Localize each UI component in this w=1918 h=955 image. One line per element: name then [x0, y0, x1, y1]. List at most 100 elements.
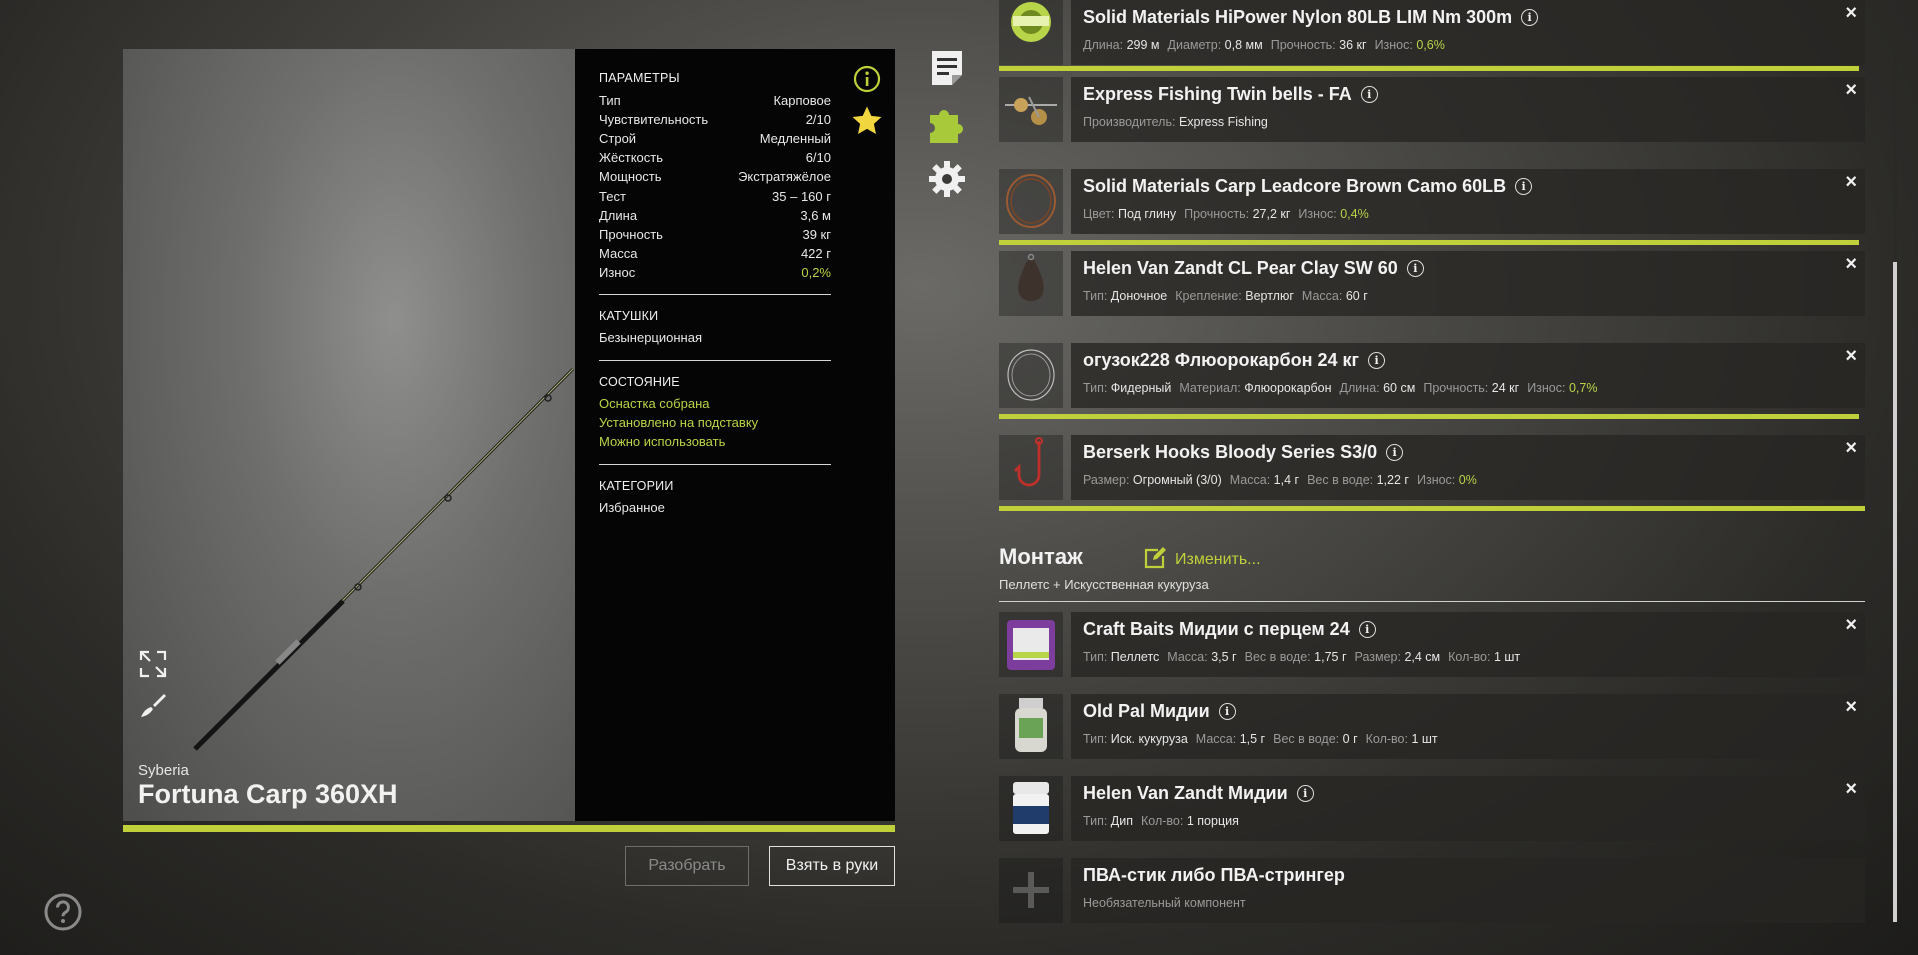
rod-image	[193, 367, 575, 751]
tackle-item[interactable]: огузок228 Флюорокарбон 24 кг i Тип: Фидерн…	[999, 343, 1865, 408]
rod-preview[interactable]: Syberia Fortuna Carp 360XH	[123, 49, 575, 821]
scrollbar-thumb[interactable]	[1893, 262, 1897, 922]
tackle-item[interactable]: Helen Van Zandt Мидии i Тип: Дип Кол-во: 1 …	[999, 776, 1865, 841]
info-icon[interactable]: i	[1515, 178, 1533, 195]
prop-value: 1,22 г	[1376, 473, 1409, 487]
divider	[599, 294, 831, 295]
remove-close-icon[interactable]: ×	[1845, 79, 1857, 102]
info-icon[interactable]: i	[1358, 621, 1376, 638]
take-in-hands-button[interactable]: Взять в руки	[769, 846, 895, 886]
rod-parameters-panel: ПАРАМЕТРЫ Тип Карповое Чувствительность 2/1…	[575, 49, 895, 821]
accent-bar	[999, 506, 1865, 511]
prop-value: 1 шт	[1493, 650, 1521, 664]
help-icon[interactable]	[43, 892, 83, 932]
param-value: 2/10	[805, 112, 831, 128]
notes-icon[interactable]	[930, 49, 964, 87]
prop-value: 0%	[1458, 473, 1477, 487]
remove-close-icon[interactable]: ×	[1845, 253, 1857, 276]
tackle-item-body: Solid Materials Carp Leadcore Brown Camo…	[1071, 169, 1865, 234]
remove-close-icon[interactable]: ×	[1845, 778, 1857, 801]
tackle-item-name: огузок228 Флюорокарбон 24 кг	[1083, 350, 1360, 370]
sinker-thumbnail	[999, 251, 1063, 316]
info-icon[interactable]: i	[1368, 352, 1386, 369]
tackle-item-body: Solid Materials HiPower Nylon 80LB LIM N…	[1071, 0, 1865, 65]
state-usable: Можно использовать	[599, 434, 726, 449]
param-row: Длина 3,6 м	[599, 208, 831, 227]
info-icon[interactable]: i	[1406, 260, 1424, 277]
accent-bar	[999, 66, 1859, 71]
prop-label: Прочность:	[1184, 207, 1250, 221]
pellets-thumbnail	[999, 612, 1063, 677]
remove-close-icon[interactable]: ×	[1845, 696, 1857, 719]
remove-close-icon[interactable]: ×	[1845, 2, 1857, 25]
remove-close-icon[interactable]: ×	[1845, 171, 1857, 194]
paint-brush-icon[interactable]	[138, 691, 168, 721]
bells-thumbnail	[999, 77, 1063, 142]
tackle-item-body: Old Pal Мидии i Тип: Иск. кукуруза Масса: 1…	[1071, 694, 1865, 759]
param-label: Жёсткость	[599, 150, 663, 166]
tackle-item-title: Helen Van Zandt Мидии i	[1083, 783, 1314, 804]
tackle-item-name: Solid Materials HiPower Nylon 80LB LIM N…	[1083, 7, 1513, 27]
prop-value: Дип	[1110, 814, 1134, 828]
prop-value: 60 см	[1383, 381, 1416, 395]
tackle-item[interactable]: Berserk Hooks Bloody Series S3/0 i Размер:…	[999, 435, 1865, 500]
remove-close-icon[interactable]: ×	[1845, 345, 1857, 368]
favorite-star-icon[interactable]	[851, 105, 883, 137]
tackle-item-name: Berserk Hooks Bloody Series S3/0	[1083, 442, 1378, 462]
prop-value: 36 кг	[1339, 38, 1367, 52]
prop-label: Кол-во:	[1365, 732, 1408, 746]
gear-icon[interactable]	[928, 160, 966, 198]
prop-label: Вес в воде:	[1307, 473, 1374, 487]
tackle-item-title: Old Pal Мидии i	[1083, 701, 1236, 722]
tackle-item[interactable]: Helen Van Zandt CL Pear Clay SW 60 i Тип: …	[999, 251, 1865, 316]
info-icon[interactable]: i	[1218, 703, 1236, 720]
tackle-item-name: ПВА-стик либо ПВА-стрингер	[1083, 865, 1345, 885]
prop-value: 1,5 г	[1239, 732, 1266, 746]
corn-thumbnail	[999, 694, 1063, 759]
tackle-item[interactable]: ПВА-стик либо ПВА-стрингер Необязательный…	[999, 858, 1865, 923]
line-spool-thumbnail	[999, 0, 1063, 65]
info-icon[interactable]: i	[1296, 785, 1314, 802]
info-icon[interactable]	[853, 65, 881, 93]
tackle-item[interactable]: Solid Materials Carp Leadcore Brown Camo…	[999, 169, 1865, 234]
tackle-item-props: Размер: Огромный (3/0) Масса: 1,4 г Вес в …	[1083, 473, 1485, 487]
param-row: Прочность 39 кг	[599, 227, 831, 246]
disassemble-button[interactable]: Разобрать	[625, 846, 749, 886]
tackle-item-props: Производитель: Express Fishing	[1083, 115, 1276, 129]
prop-value: 0,8 мм	[1224, 38, 1263, 52]
info-icon[interactable]: i	[1360, 86, 1378, 103]
expand-icon[interactable]	[138, 649, 168, 679]
param-label: Прочность	[599, 226, 663, 242]
prop-label: Тип:	[1083, 814, 1108, 828]
tackle-item[interactable]: Old Pal Мидии i Тип: Иск. кукуруза Масса: 1…	[999, 694, 1865, 759]
reels-heading: КАТУШКИ	[599, 309, 659, 323]
param-value: Медленный	[759, 131, 831, 147]
remove-close-icon[interactable]: ×	[1845, 614, 1857, 637]
tackle-item-body: Helen Van Zandt Мидии i Тип: Дип Кол-во: 1 …	[1071, 776, 1865, 841]
param-label: Масса	[599, 245, 638, 261]
prop-label: Диаметр:	[1167, 38, 1222, 52]
prop-label: Тип:	[1083, 289, 1108, 303]
param-row: Мощность Экстратяжёлое	[599, 169, 831, 188]
tackle-item[interactable]: Express Fishing Twin bells - FA i Производ…	[999, 77, 1865, 142]
prop-label: Длина:	[1083, 38, 1124, 52]
tackle-item[interactable]: Solid Materials HiPower Nylon 80LB LIM N…	[999, 0, 1865, 65]
tackle-item-props: Тип: Фидерный Материал: Флюорокарбон Длина…	[1083, 381, 1605, 395]
tackle-item[interactable]: Craft Baits Мидии с перцем 24 i Тип: Пелле…	[999, 612, 1865, 677]
prop-value: 0 г	[1342, 732, 1358, 746]
puzzle-icon[interactable]	[928, 103, 966, 143]
tackle-item-name: Express Fishing Twin bells - FA	[1083, 84, 1352, 104]
montage-edit-link[interactable]: Изменить...	[1175, 551, 1261, 569]
tackle-item-title: Berserk Hooks Bloody Series S3/0 i	[1083, 442, 1404, 463]
prop-label: Кол-во:	[1141, 814, 1184, 828]
remove-close-icon[interactable]: ×	[1845, 437, 1857, 460]
divider	[599, 360, 831, 361]
edit-icon[interactable]	[1144, 547, 1168, 569]
info-icon[interactable]: i	[1386, 444, 1404, 461]
tackle-item-title: Solid Materials HiPower Nylon 80LB LIM N…	[1083, 7, 1539, 28]
param-row: Тест 35 – 160 г	[599, 189, 831, 208]
accent-bar	[999, 240, 1859, 245]
info-icon[interactable]: i	[1521, 9, 1539, 26]
param-value: 39 кг	[802, 226, 831, 242]
prop-label: Масса:	[1301, 289, 1343, 303]
